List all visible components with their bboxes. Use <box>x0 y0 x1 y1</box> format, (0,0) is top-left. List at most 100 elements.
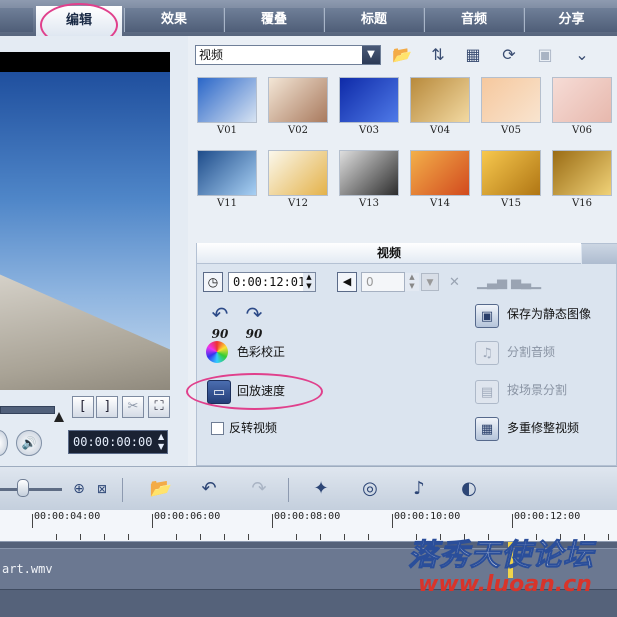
library-thumbnail[interactable] <box>339 150 399 196</box>
ruler-minor-tick <box>296 534 297 540</box>
tab-audio[interactable]: 音频 <box>424 8 523 32</box>
library-thumbnail-label: V05 <box>501 125 521 136</box>
ruler-minor-tick <box>104 534 105 540</box>
fade-separator-icon: ✕ <box>449 275 460 290</box>
toolbar-divider <box>288 478 289 502</box>
library-thumbnail[interactable] <box>410 150 470 196</box>
library-thumbnail[interactable] <box>197 150 257 196</box>
ruler-tick-mark <box>32 514 33 528</box>
ruler-tick-label: 00:00:06:00 <box>154 511 221 522</box>
undo-icon[interactable]: ↶ <box>196 476 222 502</box>
ruler-tick-label: 00:00:12:00 <box>514 511 581 522</box>
ruler-minor-tick <box>320 534 321 540</box>
library-category-select[interactable]: 视频 <box>195 45 381 65</box>
split-by-scene-icon: ▤ <box>475 380 499 404</box>
library-thumbnail[interactable] <box>268 150 328 196</box>
preview-window <box>0 52 170 390</box>
library-thumbnail-label: V04 <box>430 125 450 136</box>
zoom-slider-handle[interactable] <box>17 479 29 497</box>
watermark-url-text: www.luoan.cn <box>418 572 592 597</box>
duration-spin-icon[interactable]: ▲ ▼ <box>303 273 315 291</box>
expand-options-icon[interactable]: ⌄ <box>570 43 594 67</box>
trim-bar[interactable] <box>0 406 55 414</box>
ruler-minor-tick <box>224 534 225 540</box>
library-thumbnail-label: V12 <box>288 198 308 209</box>
library-thumbnail[interactable] <box>339 77 399 123</box>
color-wheel-icon[interactable] <box>206 341 228 363</box>
save-still-icon[interactable]: ▣ <box>475 304 499 328</box>
mark-out-button[interactable]: ] <box>96 396 118 418</box>
ruler-tick-mark <box>512 514 513 528</box>
refresh-icon[interactable]: ⟳ <box>497 43 521 67</box>
tab-overlay[interactable]: 覆叠 <box>224 8 323 32</box>
ruler-minor-tick <box>200 534 201 540</box>
reverse-video-label: 反转视频 <box>229 421 278 435</box>
ruler-minor-tick <box>248 534 249 540</box>
save-still-button[interactable]: 保存为静态图像 <box>507 304 591 324</box>
rotate-left-icon[interactable]: ↶ 90 <box>206 304 234 341</box>
library-view-icon[interactable]: ▦ <box>461 43 485 67</box>
insert-media-icon[interactable]: 📂 <box>148 476 174 502</box>
library-thumbnail[interactable] <box>410 77 470 123</box>
batch-convert-icon[interactable]: ◎ <box>357 476 383 502</box>
library-thumbnail[interactable] <box>481 150 541 196</box>
fade-out-icon[interactable]: ▅▃▁ <box>511 273 541 293</box>
fade-in-icon[interactable]: ▁▃▅ <box>477 273 507 293</box>
library-thumbnail[interactable] <box>552 150 612 196</box>
multi-trim-icon[interactable]: ▦ <box>475 417 499 441</box>
chevron-down-icon[interactable]: ▼ <box>362 46 380 64</box>
library-thumbnail[interactable] <box>197 77 257 123</box>
library-thumbnail-label: V02 <box>288 125 308 136</box>
color-correction-button[interactable]: 色彩校正 <box>237 342 285 362</box>
clip-name-label: art.wmv <box>2 562 53 576</box>
smart-proxy-icon[interactable]: ✦ <box>308 476 334 502</box>
ruler-minor-tick <box>80 534 81 540</box>
library-thumbnail-label: V14 <box>430 198 450 209</box>
rotate-right-icon[interactable]: ↷ 90 <box>240 304 268 341</box>
system-volume-icon[interactable]: 🔊 <box>16 430 42 456</box>
toolbar-divider <box>122 478 123 502</box>
zoom-slider[interactable] <box>0 488 62 491</box>
auto-music-icon[interactable]: ♪ <box>406 476 432 502</box>
mark-in-button[interactable]: [ <box>72 396 94 418</box>
mark-out-label: ] <box>104 399 110 414</box>
library-thumbnail-label: V16 <box>572 198 592 209</box>
multi-trim-button[interactable]: 多重修整视频 <box>507 418 579 438</box>
library-thumbnail-label: V01 <box>217 125 237 136</box>
library-thumbnail-label: V03 <box>359 125 379 136</box>
ruler-tick-mark <box>392 514 393 528</box>
timecode-spin-icon[interactable]: ▲ ▼ <box>158 432 167 452</box>
ruler-tick-label: 00:00:04:00 <box>34 511 101 522</box>
volume-spin-icon[interactable]: ▲ ▼ <box>405 273 419 291</box>
fit-project-icon[interactable]: ⊠ <box>89 476 115 502</box>
clock-icon: ◷ <box>203 272 223 292</box>
enlarge-preview-icon[interactable]: ⛶ <box>148 396 170 418</box>
options-tab-video[interactable]: 视频 <box>197 243 581 264</box>
surround-mixer-icon[interactable]: ◐ <box>456 476 482 502</box>
library-thumbnail[interactable] <box>481 77 541 123</box>
reverse-video-checkbox[interactable] <box>211 422 224 435</box>
mark-in-label: [ <box>80 399 86 414</box>
sort-icon[interactable]: ⇅ <box>426 43 450 67</box>
cut-clip-icon[interactable]: ✂ <box>122 396 144 418</box>
watermark-logo-text: 落秀天使论坛 <box>408 538 594 574</box>
volume-dropdown-icon[interactable]: ▼ <box>421 273 439 291</box>
mute-icon[interactable]: ◀ <box>337 272 357 292</box>
ruler-tick-label: 00:00:10:00 <box>394 511 461 522</box>
ruler-tick-mark <box>272 514 273 528</box>
library-thumbnail[interactable] <box>552 77 612 123</box>
volume-field[interactable]: 0 <box>361 272 405 292</box>
import-folder-icon[interactable]: 📂 <box>390 43 414 67</box>
library-thumbnail[interactable] <box>268 77 328 123</box>
rotate-right-label: 90 <box>245 327 263 341</box>
tab-title[interactable]: 标题 <box>324 8 423 32</box>
tab-effect[interactable]: 效果 <box>124 8 223 32</box>
tab-share[interactable]: 分享 <box>524 8 617 32</box>
ruler-tick-mark <box>152 514 153 528</box>
tab-capture-partial[interactable] <box>0 8 33 32</box>
timecode-field[interactable]: 00:00:00:00 <box>68 430 168 454</box>
options-tab-attribute[interactable] <box>582 244 617 264</box>
library-thumbnail-label: V15 <box>501 198 521 209</box>
ruler-minor-tick <box>176 534 177 540</box>
split-audio-button: 分割音频 <box>507 345 556 359</box>
